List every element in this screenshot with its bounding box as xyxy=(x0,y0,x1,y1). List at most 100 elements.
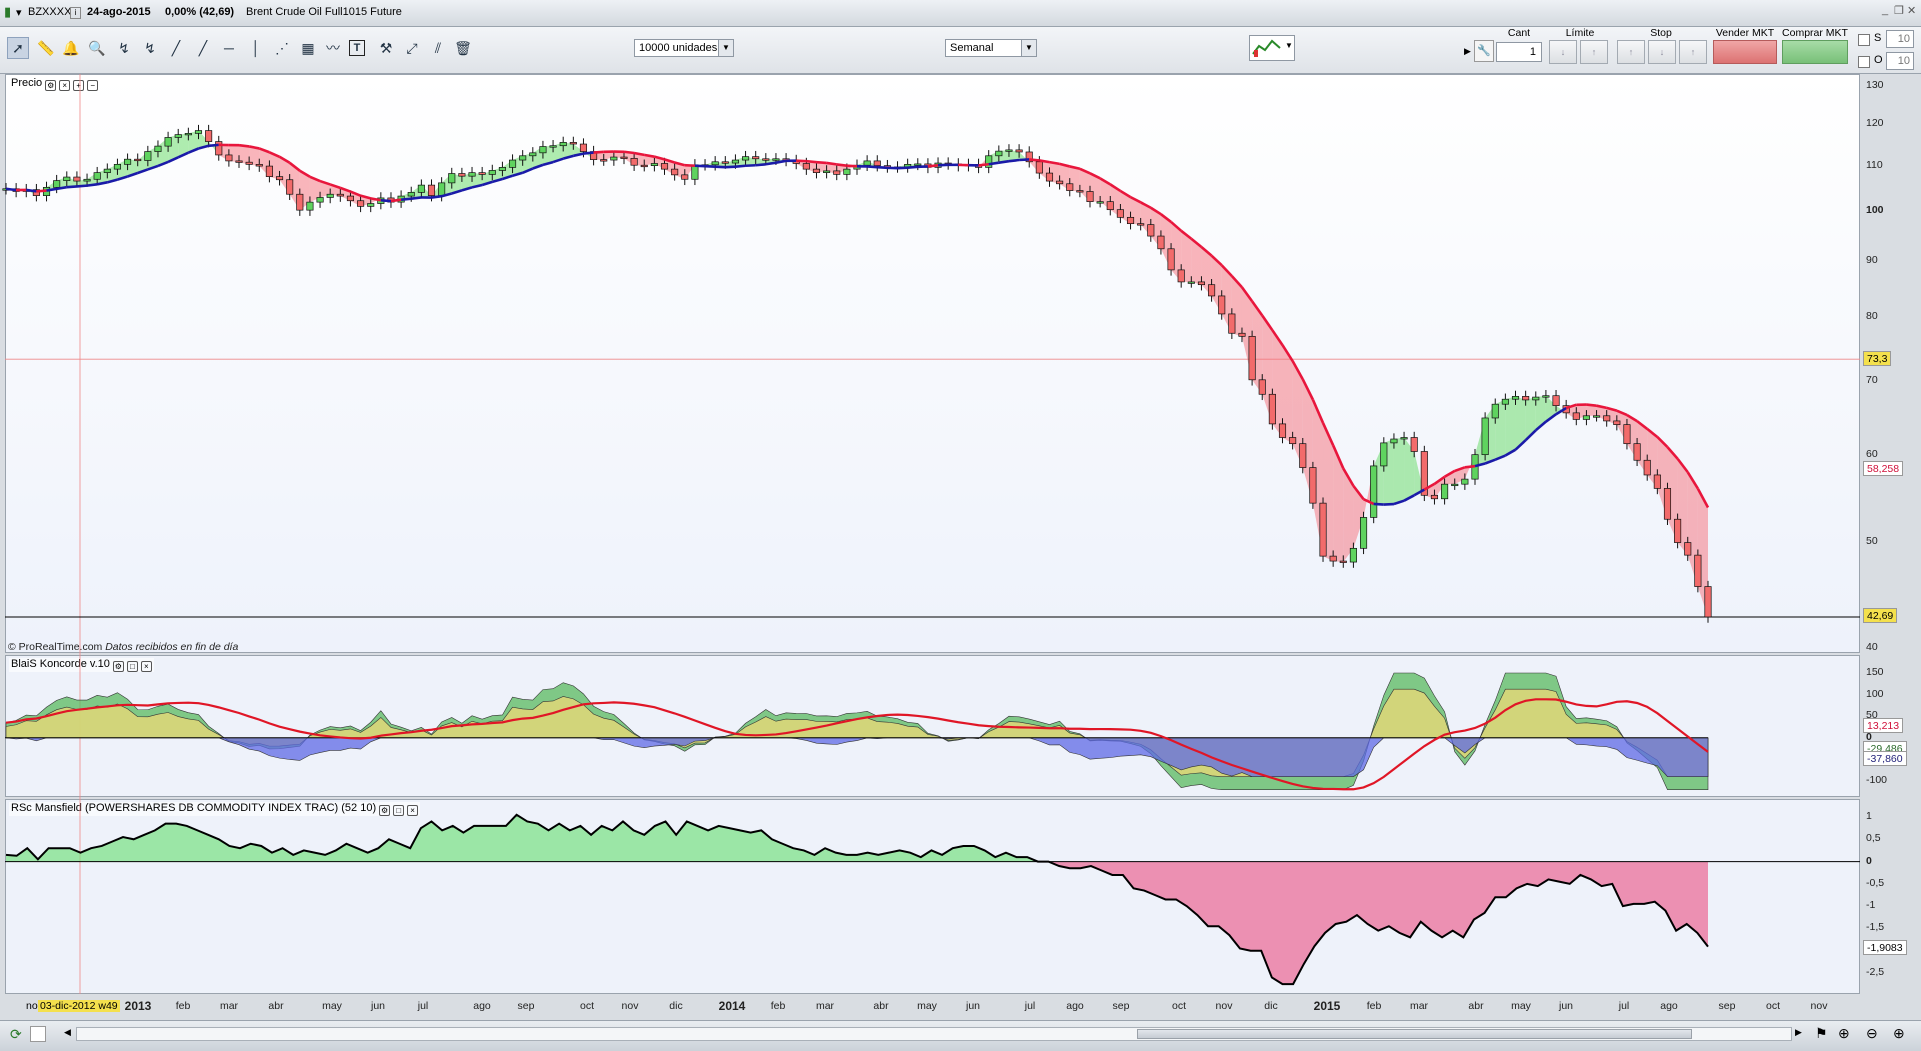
candle xyxy=(114,164,120,169)
koncorde-blue-area xyxy=(6,738,1708,777)
candle xyxy=(418,185,424,192)
price-y-tick: 130 xyxy=(1866,79,1884,91)
scroll-right-icon[interactable]: ▶ xyxy=(1795,1027,1802,1038)
moving-average-line xyxy=(644,155,654,157)
moving-average-line xyxy=(999,161,1009,162)
x-axis-tick-label: may xyxy=(1511,1000,1531,1012)
moving-average-line xyxy=(6,189,16,190)
moving-average-line xyxy=(756,164,766,165)
candle xyxy=(408,192,414,196)
x-axis-tick-label: sep xyxy=(1113,1000,1130,1012)
candle xyxy=(1178,270,1184,282)
candle xyxy=(1583,416,1589,420)
x-axis-tick-label: jun xyxy=(371,1000,385,1012)
moving-average-line xyxy=(877,167,887,168)
scrollbar-thumb[interactable] xyxy=(1137,1029,1692,1039)
x-axis-tick-label: 2015 xyxy=(1314,999,1341,1013)
price-y-tick: 110 xyxy=(1866,159,1883,171)
x-axis-tick-label: nov xyxy=(1811,1000,1828,1012)
chart-plot-area[interactable] xyxy=(0,0,1921,1050)
moving-average-line xyxy=(979,164,989,165)
moving-average-line xyxy=(908,167,918,168)
candle xyxy=(631,158,637,165)
candle xyxy=(175,135,181,138)
price-y-tick: 50 xyxy=(1866,535,1878,547)
moving-average-line xyxy=(67,186,77,187)
candle xyxy=(1695,555,1701,586)
refresh-icon[interactable]: ⟳ xyxy=(10,1026,22,1043)
candle xyxy=(1452,484,1458,486)
candle xyxy=(712,162,718,165)
x-axis-tick-label: ago xyxy=(1660,1000,1678,1012)
moving-average-line xyxy=(867,166,877,167)
candle xyxy=(226,155,232,161)
candle xyxy=(1300,444,1306,468)
moving-average-line xyxy=(594,152,604,153)
candle xyxy=(1279,424,1285,438)
horizontal-scrollbar[interactable] xyxy=(76,1027,1792,1041)
candle xyxy=(1198,282,1204,285)
candle xyxy=(337,194,343,196)
candle xyxy=(823,171,829,173)
moving-average-line xyxy=(26,190,36,191)
candle xyxy=(1624,425,1630,444)
zoom-out-icon[interactable]: ⊖ xyxy=(1866,1025,1878,1042)
candle xyxy=(1158,236,1164,249)
moving-average-line xyxy=(816,162,826,163)
x-axis-tick-label: 2013 xyxy=(125,999,152,1013)
moving-average-line xyxy=(624,152,634,153)
candle xyxy=(1340,561,1346,563)
candle xyxy=(813,169,819,173)
settings-icon[interactable] xyxy=(30,1026,46,1042)
moving-average-line xyxy=(938,165,948,166)
candle xyxy=(64,177,70,181)
x-axis-tick-label: jun xyxy=(966,1000,980,1012)
zoom-in-icon[interactable]: ⊕ xyxy=(1893,1025,1905,1042)
moving-average-line xyxy=(776,161,786,163)
moving-average-line xyxy=(1384,504,1394,505)
x-axis-tick-label: ago xyxy=(1066,1000,1084,1012)
candle xyxy=(1553,396,1559,406)
cursor-price-badge: 73,3 xyxy=(1863,351,1891,366)
zoom-reset-icon[interactable]: ⊕ xyxy=(1838,1025,1850,1042)
candle xyxy=(368,204,374,207)
candle xyxy=(1512,396,1518,399)
candle xyxy=(1056,181,1062,184)
chart-mode-icon[interactable]: ⚑ xyxy=(1815,1025,1828,1042)
candle xyxy=(530,153,536,156)
last-price-badge: 42,69 xyxy=(1863,608,1897,623)
candle xyxy=(732,160,738,163)
candle xyxy=(1249,336,1255,379)
candle xyxy=(1137,224,1143,226)
moving-average-line xyxy=(401,199,411,200)
x-axis-tick-label: jul xyxy=(1619,1000,1630,1012)
candle xyxy=(165,137,171,146)
x-axis-tick-label: dic xyxy=(1264,1000,1277,1012)
candle xyxy=(256,164,262,166)
candle xyxy=(1127,217,1133,223)
moving-average-line xyxy=(685,165,695,166)
candle xyxy=(53,181,59,188)
cursor-date-badge: 03-dic-2012 w49 xyxy=(38,1000,120,1012)
moving-average-line xyxy=(1009,160,1019,161)
x-axis-tick-label: abr xyxy=(873,1000,888,1012)
candle xyxy=(1502,399,1508,404)
candle xyxy=(1685,543,1691,556)
rsc-last-badge: -1,9083 xyxy=(1863,940,1907,955)
x-axis-tick-label: abr xyxy=(268,1000,283,1012)
ma-fill xyxy=(1394,437,1404,504)
candle xyxy=(671,169,677,175)
moving-average-line xyxy=(583,153,593,154)
scroll-left-icon[interactable]: ◀ xyxy=(64,1027,71,1038)
x-axis-tick-label: 2014 xyxy=(719,999,746,1013)
candle xyxy=(1533,397,1539,400)
candle xyxy=(216,142,222,155)
candle xyxy=(560,142,566,145)
candle xyxy=(1046,173,1052,181)
bottom-bar: ⟳ ◀ ▶ ⚑ ⊕ ⊖ ⊕ xyxy=(0,1020,1921,1051)
rsc-y-tick: 1 xyxy=(1866,810,1872,822)
candle xyxy=(499,167,505,170)
x-axis-tick-label: jul xyxy=(418,1000,429,1012)
moving-average-line xyxy=(837,164,847,165)
rsc-negative-area xyxy=(6,862,1708,985)
